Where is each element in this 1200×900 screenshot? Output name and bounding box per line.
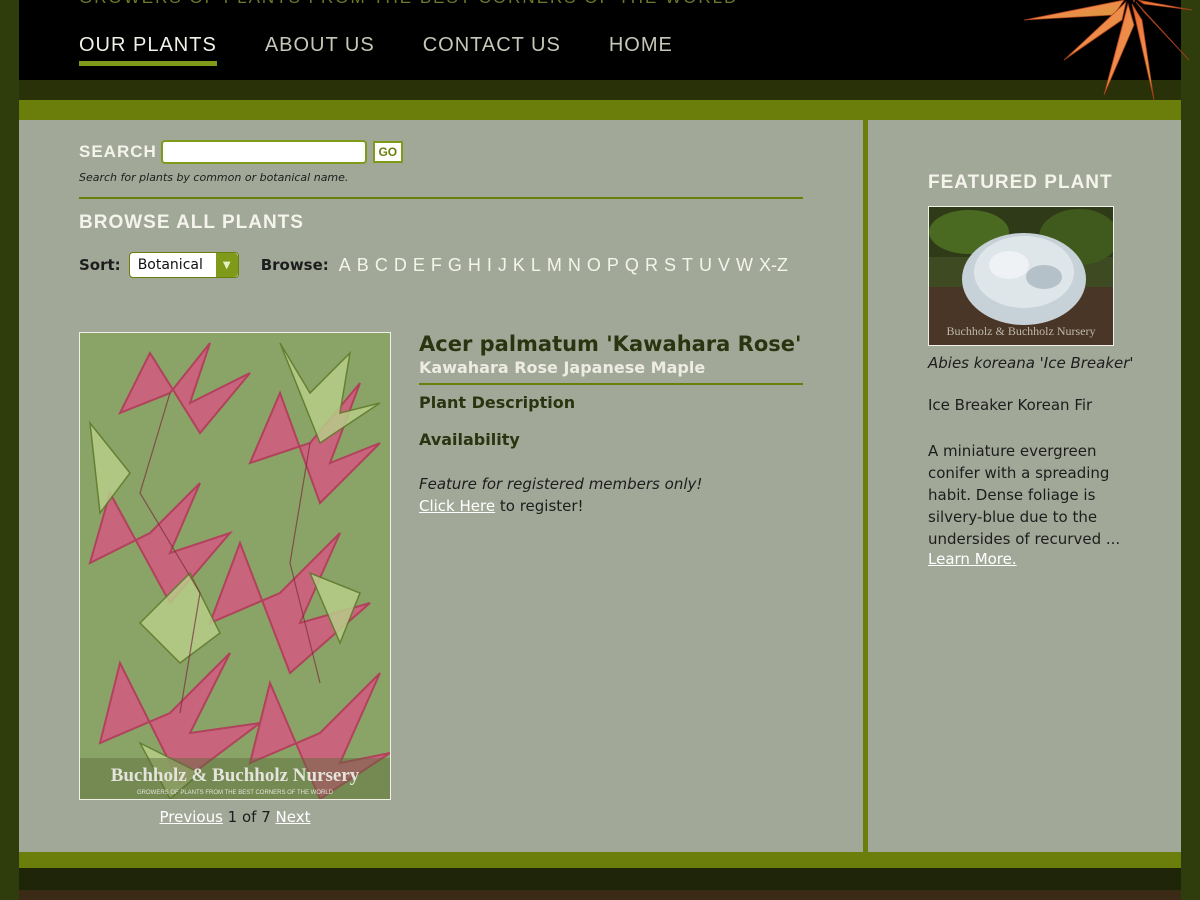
plant-common-name: Kawahara Rose Japanese Maple: [419, 358, 706, 377]
footer-band-green: [19, 852, 1181, 868]
main-content: SEARCH GO Search for plants by common or…: [19, 120, 863, 852]
featured-plant-photo[interactable]: Buchholz & Buchholz Nursery: [928, 206, 1114, 346]
letter-link[interactable]: X-Z: [759, 255, 788, 276]
search-help-text: Search for plants by common or botanical…: [79, 171, 349, 184]
letter-link[interactable]: W: [736, 255, 753, 276]
divider: [79, 197, 803, 199]
browse-title: BROWSE ALL PLANTS: [79, 212, 304, 233]
letter-link[interactable]: Q: [625, 255, 639, 276]
sort-selected-value: Botanical: [137, 257, 203, 273]
footer-band-bottom: [19, 890, 1181, 900]
maple-leaves-image: Buchholz & Buchholz Nursery GROWERS OF P…: [80, 333, 390, 799]
letter-link[interactable]: H: [468, 255, 481, 276]
register-line: Click Here to register!: [419, 497, 584, 515]
plant-botanical-name: Acer palmatum 'Kawahara Rose': [419, 332, 802, 356]
letter-link[interactable]: R: [645, 255, 658, 276]
letter-link[interactable]: K: [513, 255, 525, 276]
main-nav: OUR PLANTS ABOUT US CONTACT US HOME: [79, 34, 721, 66]
featured-image-watermark: Buchholz & Buchholz Nursery: [947, 324, 1096, 338]
letter-link[interactable]: M: [547, 255, 562, 276]
sort-label: Sort:: [79, 256, 121, 274]
previous-link[interactable]: Previous: [160, 808, 223, 826]
image-watermark-sub: GROWERS OF PLANTS FROM THE BEST CORNERS …: [137, 790, 334, 796]
members-only-note: Feature for registered members only!: [419, 475, 703, 493]
letter-link[interactable]: O: [587, 255, 601, 276]
footer-band-dark: [19, 868, 1181, 890]
letter-link[interactable]: P: [607, 255, 619, 276]
register-link[interactable]: Click Here: [419, 497, 495, 515]
next-link[interactable]: Next: [276, 808, 311, 826]
chevron-down-icon: ▼: [215, 253, 238, 277]
search-label: SEARCH: [79, 142, 157, 161]
featured-title: FEATURED PLANT: [928, 172, 1113, 193]
letter-link[interactable]: V: [718, 255, 730, 276]
pager: Previous 1 of 7 Next: [79, 808, 391, 826]
letter-link[interactable]: S: [664, 255, 676, 276]
nav-contact-us[interactable]: CONTACT US: [423, 34, 561, 66]
letter-link[interactable]: N: [568, 255, 581, 276]
divider: [419, 383, 803, 385]
fir-shrub-image: Buchholz & Buchholz Nursery: [929, 207, 1113, 345]
maple-leaf-decoration: [1023, 0, 1193, 101]
letter-link[interactable]: D: [394, 255, 407, 276]
nav-home[interactable]: HOME: [609, 34, 673, 66]
letter-link[interactable]: U: [699, 255, 712, 276]
featured-botanical-name: Abies koreana 'Ice Breaker': [928, 354, 1134, 372]
featured-sidebar: FEATURED PLANT Buchholz & Buchholz Nurse…: [868, 120, 1181, 852]
nav-about-us[interactable]: ABOUT US: [265, 34, 375, 66]
nav-our-plants[interactable]: OUR PLANTS: [79, 34, 217, 66]
right-border: [1181, 0, 1200, 900]
plant-description-heading: Plant Description: [419, 393, 576, 412]
sort-select[interactable]: Botanical ▼: [128, 252, 239, 278]
letter-link[interactable]: F: [431, 255, 442, 276]
letter-link[interactable]: E: [413, 255, 425, 276]
letter-link[interactable]: J: [498, 255, 507, 276]
search-row: SEARCH GO: [79, 140, 403, 164]
letter-link[interactable]: A: [339, 255, 351, 276]
search-go-button[interactable]: GO: [372, 141, 403, 163]
letter-link[interactable]: T: [682, 255, 693, 276]
featured-common-name: Ice Breaker Korean Fir: [928, 396, 1093, 414]
availability-heading: Availability: [419, 430, 520, 449]
letter-index: A B C D E F G H I J K L M N O P Q R S T …: [339, 255, 794, 276]
plant-photo: Buchholz & Buchholz Nursery GROWERS OF P…: [79, 332, 391, 800]
learn-more-link[interactable]: Learn More.: [928, 550, 1017, 568]
letter-link[interactable]: B: [357, 255, 369, 276]
browse-label: Browse:: [260, 256, 329, 274]
site-tagline: GROWERS OF PLANTS FROM THE BEST CORNERS …: [79, 0, 738, 8]
register-suffix: to register!: [495, 497, 584, 515]
left-border: [0, 0, 19, 900]
letter-link[interactable]: L: [531, 255, 541, 276]
letter-link[interactable]: I: [487, 255, 492, 276]
sort-browse-row: Sort: Botanical ▼ Browse: A B C D E F G …: [79, 252, 794, 278]
image-watermark: Buchholz & Buchholz Nursery: [111, 765, 360, 786]
letter-link[interactable]: C: [375, 255, 388, 276]
search-input[interactable]: [160, 140, 367, 164]
letter-link[interactable]: G: [448, 255, 462, 276]
pager-status: 1 of 7: [222, 808, 276, 826]
featured-description: A miniature evergreen conifer with a spr…: [928, 442, 1121, 548]
